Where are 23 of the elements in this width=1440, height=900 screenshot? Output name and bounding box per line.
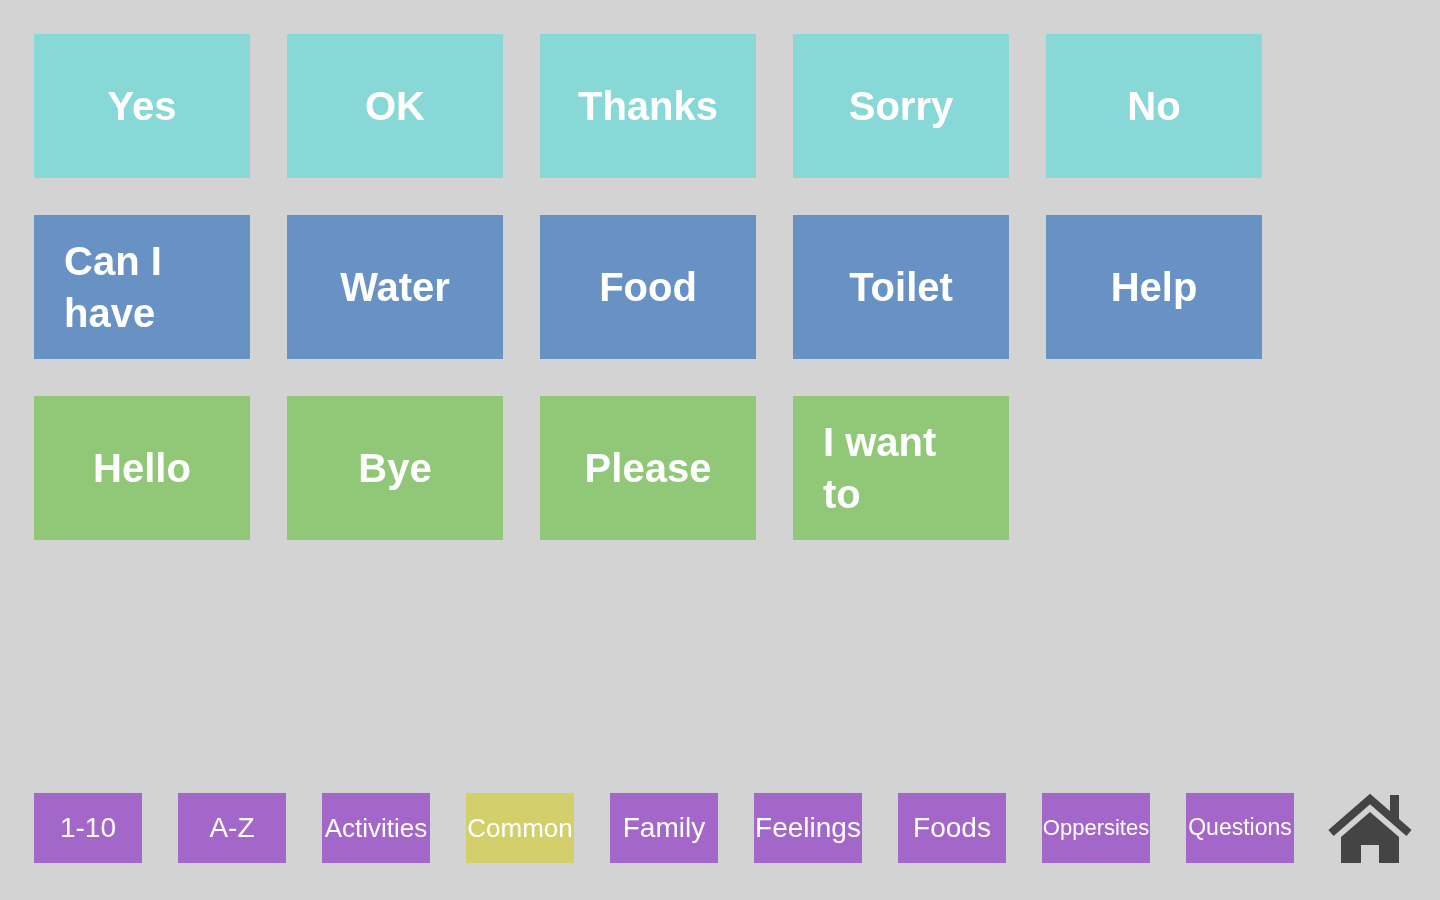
home-icon[interactable] [1327, 793, 1413, 863]
category-button[interactable]: 1-10 [34, 793, 142, 863]
word-tile[interactable]: Sorry [793, 34, 1009, 178]
category-button[interactable]: Oppersites [1042, 793, 1150, 863]
word-tile[interactable]: Toilet [793, 215, 1009, 359]
word-tile[interactable]: Please [540, 396, 756, 540]
category-button[interactable]: Questions [1186, 793, 1294, 863]
word-tile[interactable]: Yes [34, 34, 250, 178]
word-tile[interactable]: Thanks [540, 34, 756, 178]
category-button[interactable]: Activities [322, 793, 430, 863]
word-tile[interactable]: Hello [34, 396, 250, 540]
category-button[interactable]: A-Z [178, 793, 286, 863]
category-button[interactable]: Family [610, 793, 718, 863]
word-tile[interactable]: I want to [793, 396, 1009, 540]
word-tile[interactable]: Help [1046, 215, 1262, 359]
word-tile[interactable]: Can I have [34, 215, 250, 359]
word-tile[interactable]: No [1046, 34, 1262, 178]
word-tile[interactable]: Bye [287, 396, 503, 540]
word-tile[interactable]: Water [287, 215, 503, 359]
word-tile[interactable]: Food [540, 215, 756, 359]
word-tile[interactable]: OK [287, 34, 503, 178]
category-button[interactable]: Feelings [754, 793, 862, 863]
category-button[interactable]: Foods [898, 793, 1006, 863]
